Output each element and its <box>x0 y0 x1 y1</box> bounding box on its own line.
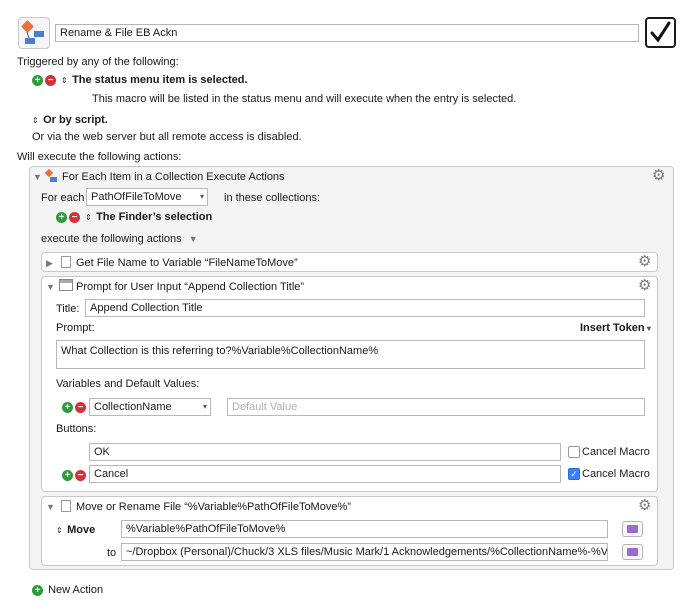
prompt-label: Prompt: <box>56 322 95 334</box>
for-each-variable-value: PathOfFileToMove <box>91 191 182 203</box>
collapse-triangle-icon[interactable]: ▼ <box>46 282 55 292</box>
prompt-action-title: Prompt for User Input “Append Collection… <box>76 281 305 293</box>
collapse-triangle-icon[interactable]: ▼ <box>46 502 55 512</box>
add-trigger-button[interactable]: + <box>32 74 43 86</box>
for-each-title: For Each Item in a Collection Execute Ac… <box>62 171 285 183</box>
web-server-note: Or via the web server but all remote acc… <box>32 131 302 143</box>
prompt-text-area[interactable]: What Collection is this referring to?%Va… <box>56 340 645 369</box>
minus-icon: − <box>69 212 80 223</box>
collection-type-selector[interactable]: ⇕ The Finder’s selection <box>85 211 212 223</box>
remove-collection-button[interactable]: − <box>69 211 80 223</box>
checkmark-icon: ✓ <box>570 469 578 479</box>
in-collections-label: in these collections: <box>224 192 320 204</box>
chevron-down-icon: ▾ <box>199 192 204 201</box>
cancel-macro-checkbox-ok[interactable] <box>568 446 580 458</box>
buttons-label: Buttons: <box>56 423 97 435</box>
default-value-field[interactable]: Default Value <box>227 398 645 416</box>
document-icon <box>61 500 71 512</box>
macro-enabled-checkbox[interactable] <box>645 17 676 48</box>
remove-variable-button[interactable]: − <box>75 401 86 413</box>
prompt-title-field[interactable]: Append Collection Title <box>85 299 645 317</box>
minus-icon: − <box>45 75 56 86</box>
collapse-triangle-icon[interactable]: ▼ <box>33 172 42 182</box>
add-variable-button[interactable]: + <box>62 401 73 413</box>
insert-token-menu[interactable]: Insert Token ▾ <box>580 322 651 334</box>
execute-actions-text: execute the following actions <box>41 233 182 245</box>
macro-icon <box>18 17 50 49</box>
move-source-field[interactable]: %Variable%PathOfFileToMove% <box>121 520 608 538</box>
script-trigger-label: Or by script. <box>43 114 108 126</box>
variables-label: Variables and Default Values: <box>56 378 200 390</box>
variable-name-value: CollectionName <box>94 401 172 413</box>
document-icon <box>61 256 71 268</box>
triggers-heading: Triggered by any of the following: <box>17 56 179 68</box>
button-ok-field[interactable]: OK <box>89 443 561 461</box>
gear-icon[interactable]: ⚙ <box>652 168 665 183</box>
minus-icon: − <box>75 470 86 481</box>
plus-icon: + <box>62 402 73 413</box>
plus-icon: + <box>32 585 43 596</box>
for-each-icon <box>44 168 58 183</box>
disclosure-down-icon: ▼ <box>188 234 198 244</box>
plus-icon: + <box>56 212 67 223</box>
add-button-button[interactable]: + <box>62 469 73 481</box>
new-action-label: New Action <box>48 584 104 596</box>
folder-icon <box>627 548 638 556</box>
chevron-down-icon: ▾ <box>644 324 651 333</box>
macro-name-field[interactable]: Rename & File EB Ackn <box>55 24 639 42</box>
collection-label: The Finder’s selection <box>96 211 213 223</box>
title-label: Title: <box>56 303 80 315</box>
gear-icon[interactable]: ⚙ <box>638 254 651 269</box>
plus-icon: + <box>32 75 43 86</box>
variable-name-field[interactable]: CollectionName ▾ <box>89 398 211 416</box>
cancel-macro-label: Cancel Macro <box>582 446 650 458</box>
move-action-title: Move or Rename File “%Variable%PathOfFil… <box>76 501 351 513</box>
remove-trigger-button[interactable]: − <box>45 74 56 86</box>
execute-actions-label[interactable]: execute the following actions ▼ <box>41 233 198 245</box>
chevron-down-icon: ▾ <box>202 402 207 411</box>
actions-heading: Will execute the following actions: <box>17 151 182 163</box>
move-mode-label: Move <box>67 524 96 536</box>
plus-icon: + <box>62 470 73 481</box>
choose-source-button[interactable] <box>622 521 643 537</box>
window-icon <box>59 279 73 291</box>
updown-icon: ⇕ <box>56 526 63 535</box>
updown-icon: ⇕ <box>61 76 68 85</box>
script-trigger-selector[interactable]: ⇕ Or by script. <box>32 114 108 126</box>
cancel-macro-checkbox-cancel[interactable]: ✓ <box>568 468 580 480</box>
updown-icon: ⇕ <box>32 116 39 125</box>
new-action-button[interactable]: + New Action <box>32 584 103 596</box>
move-mode-selector[interactable]: ⇕ Move <box>56 524 95 536</box>
for-each-variable-field[interactable]: PathOfFileToMove ▾ <box>86 188 208 206</box>
cancel-macro-label: Cancel Macro <box>582 468 650 480</box>
gear-icon[interactable]: ⚙ <box>638 278 651 293</box>
gear-icon[interactable]: ⚙ <box>638 498 651 513</box>
move-destination-field[interactable]: ~/Dropbox (Personal)/Chuck/3 XLS files/M… <box>121 543 608 561</box>
get-file-name-title: Get File Name to Variable “FileNameToMov… <box>76 257 298 269</box>
to-label: to <box>107 547 117 559</box>
folder-icon <box>627 525 638 533</box>
updown-icon: ⇕ <box>85 213 92 222</box>
checkmark-icon <box>650 21 671 43</box>
expand-triangle-icon[interactable]: ▶ <box>46 258 53 269</box>
button-cancel-field[interactable]: Cancel <box>89 465 561 483</box>
insert-token-label: Insert Token <box>580 322 645 334</box>
status-menu-description: This macro will be listed in the status … <box>92 93 517 105</box>
choose-destination-button[interactable] <box>622 544 643 560</box>
trigger-type-selector[interactable]: ⇕ The status menu item is selected. <box>61 74 248 86</box>
for-each-label: For each <box>41 192 85 204</box>
add-collection-button[interactable]: + <box>56 211 67 223</box>
remove-button-button[interactable]: − <box>75 469 86 481</box>
minus-icon: − <box>75 402 86 413</box>
status-menu-trigger-label: The status menu item is selected. <box>72 74 248 86</box>
